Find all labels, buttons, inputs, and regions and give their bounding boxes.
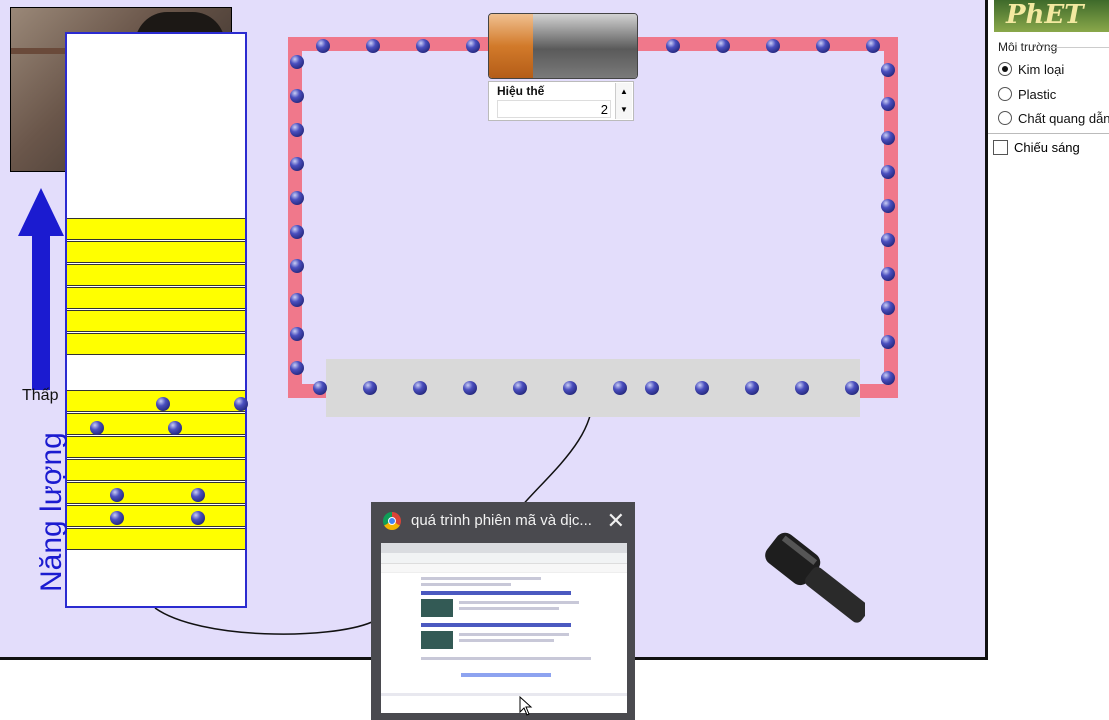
electron bbox=[416, 39, 430, 53]
radio-icon[interactable] bbox=[998, 87, 1012, 101]
voltage-label: Hiệu thế bbox=[497, 84, 545, 98]
control-panel: PhET Môi trường Kim loại Plastic Chất qu… bbox=[988, 0, 1109, 720]
electron bbox=[191, 511, 205, 525]
electron bbox=[316, 39, 330, 53]
radio-label: Chất quang dẫn bbox=[1018, 110, 1109, 126]
checkbox-label: Chiếu sáng bbox=[1014, 140, 1080, 155]
phet-logo: PhET bbox=[994, 0, 1109, 32]
energy-band bbox=[67, 264, 245, 286]
electron bbox=[290, 259, 304, 273]
electron bbox=[90, 421, 104, 435]
electron bbox=[881, 63, 895, 77]
energy-band bbox=[67, 333, 245, 355]
electron bbox=[645, 381, 659, 395]
energy-band bbox=[67, 459, 245, 481]
electron bbox=[110, 488, 124, 502]
electron bbox=[795, 381, 809, 395]
electron bbox=[463, 381, 477, 395]
electron bbox=[866, 39, 880, 53]
energy-band bbox=[67, 482, 245, 504]
electron bbox=[234, 397, 248, 411]
energy-band bbox=[67, 287, 245, 309]
electron bbox=[695, 381, 709, 395]
battery[interactable] bbox=[488, 13, 638, 79]
electron bbox=[881, 131, 895, 145]
electron bbox=[290, 293, 304, 307]
illumination-checkbox[interactable]: Chiếu sáng bbox=[993, 140, 1080, 155]
radio-metal[interactable]: Kim loại bbox=[998, 59, 1064, 79]
mouse-cursor-icon bbox=[519, 696, 533, 716]
electron bbox=[745, 381, 759, 395]
voltage-control: Hiệu thế 2 ▲ ▼ bbox=[488, 81, 634, 121]
energy-band bbox=[67, 436, 245, 458]
electron bbox=[881, 165, 895, 179]
radio-plastic[interactable]: Plastic bbox=[998, 84, 1056, 104]
energy-band bbox=[67, 241, 245, 263]
energy-band bbox=[67, 218, 245, 240]
electron bbox=[290, 89, 304, 103]
electron bbox=[881, 301, 895, 315]
radio-label: Plastic bbox=[1018, 86, 1057, 102]
electron bbox=[613, 381, 627, 395]
electron bbox=[716, 39, 730, 53]
electron bbox=[290, 191, 304, 205]
energy-axis-label: Năng lượng bbox=[35, 432, 68, 592]
close-icon[interactable]: ✕ bbox=[607, 508, 625, 534]
electron bbox=[290, 157, 304, 171]
electron bbox=[881, 199, 895, 213]
resistor-block bbox=[326, 359, 860, 417]
electron bbox=[666, 39, 680, 53]
popup-title: quá trình phiên mã và dịc... bbox=[411, 512, 592, 529]
electron bbox=[845, 381, 859, 395]
electron bbox=[290, 225, 304, 239]
electron bbox=[881, 233, 895, 247]
chrome-icon bbox=[383, 512, 401, 530]
spin-down-icon[interactable]: ▼ bbox=[616, 101, 632, 119]
electron bbox=[290, 361, 304, 375]
electron bbox=[290, 55, 304, 69]
electron bbox=[513, 381, 527, 395]
checkbox-icon[interactable] bbox=[993, 140, 1008, 155]
energy-band bbox=[67, 528, 245, 550]
radio-photoconductor[interactable]: Chất quang dẫn bbox=[998, 108, 1109, 128]
electron bbox=[766, 39, 780, 53]
flashlight-icon[interactable] bbox=[725, 530, 865, 660]
browser-thumbnail[interactable] bbox=[381, 543, 627, 713]
electron bbox=[413, 381, 427, 395]
electron bbox=[168, 421, 182, 435]
energy-arrow-icon bbox=[18, 188, 64, 390]
radio-label: Kim loại bbox=[1018, 61, 1065, 77]
electron bbox=[290, 123, 304, 137]
voltage-input[interactable]: 2 bbox=[497, 100, 611, 118]
electron bbox=[110, 511, 124, 525]
taskbar-preview-popup[interactable]: quá trình phiên mã và dịc... ✕ bbox=[371, 502, 635, 720]
electron bbox=[881, 371, 895, 385]
electron bbox=[466, 39, 480, 53]
radio-selected-icon[interactable] bbox=[998, 62, 1012, 76]
electron bbox=[366, 39, 380, 53]
spin-up-icon[interactable]: ▲ bbox=[616, 83, 632, 101]
electron bbox=[313, 381, 327, 395]
energy-band bbox=[67, 505, 245, 527]
electron bbox=[881, 335, 895, 349]
electron bbox=[363, 381, 377, 395]
voltage-spinner[interactable]: ▲ ▼ bbox=[615, 83, 632, 119]
electron bbox=[881, 97, 895, 111]
electron bbox=[881, 267, 895, 281]
energy-level-diagram bbox=[65, 32, 248, 608]
electron bbox=[563, 381, 577, 395]
electron bbox=[816, 39, 830, 53]
radio-icon[interactable] bbox=[998, 111, 1012, 125]
energy-band bbox=[67, 310, 245, 332]
low-energy-label: Thấp bbox=[22, 387, 59, 404]
electron bbox=[191, 488, 205, 502]
electron bbox=[290, 327, 304, 341]
electron bbox=[156, 397, 170, 411]
